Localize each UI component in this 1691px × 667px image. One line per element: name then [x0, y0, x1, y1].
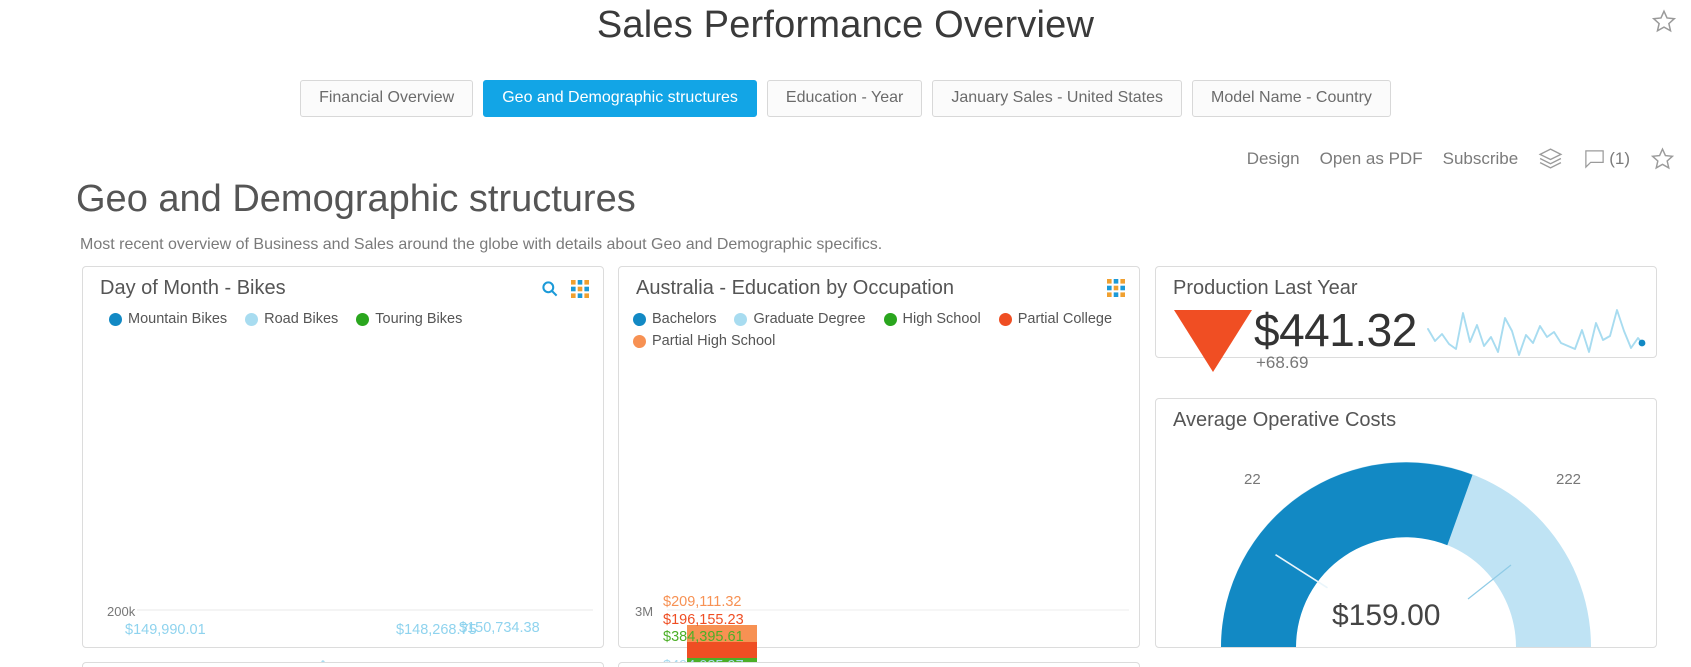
comment-count: (1): [1609, 148, 1630, 168]
gauge-value-label: $159.00: [1332, 599, 1441, 632]
legend-label-graduate-degree: Graduate Degree: [753, 311, 866, 327]
kpi-sparkline: [1427, 309, 1646, 356]
favorite-star-icon-secondary[interactable]: [1650, 146, 1675, 171]
legend-item-mountain-bikes[interactable]: Mountain Bikes: [109, 311, 227, 327]
chart-type-icon[interactable]: [571, 279, 589, 298]
kpi-delta: +68.69: [1256, 353, 1309, 372]
kpi-value: $441.32: [1254, 304, 1417, 356]
card-title-production-last-year: Production Last Year: [1173, 277, 1358, 299]
tab-education-year[interactable]: Education - Year: [766, 80, 923, 117]
card-day-of-month-bikes: Day of Month - Bikes Mountain Bikes Road…: [82, 266, 604, 667]
legend-swatch-touring-bikes: [356, 312, 370, 326]
legend-label-mountain-bikes: Mountain Bikes: [128, 311, 228, 327]
legend-label-partial-college: Partial College: [1017, 311, 1113, 327]
tab-model-name-country[interactable]: Model Name - Country: [1191, 80, 1391, 117]
legend-day-of-month-bikes: Mountain Bikes Road Bikes Touring Bikes: [109, 311, 462, 327]
legend-item-graduate-degree[interactable]: Graduate Degree: [734, 311, 866, 327]
comments-button[interactable]: (1): [1583, 147, 1630, 170]
design-link[interactable]: Design: [1247, 149, 1300, 169]
tab-financial-overview[interactable]: Financial Overview: [300, 80, 474, 117]
label-nsw-partialcollege: $196,155.23: [663, 612, 744, 628]
legend-swatch-partial-college: [998, 312, 1012, 326]
tab-strip: Financial Overview Geo and Demographic s…: [0, 80, 1691, 117]
card-title-day-of-month-bikes: Day of Month - Bikes: [100, 277, 286, 299]
legend-item-partial-college[interactable]: Partial College: [998, 311, 1113, 327]
legend-australia-education: Bachelors Graduate Degree High School Pa…: [633, 311, 1133, 349]
card-tools-day-of-month-bikes: [540, 279, 589, 298]
legend-item-partial-high-school[interactable]: Partial High School: [633, 333, 775, 349]
label-nsw-highschool: $384,395.61: [663, 629, 744, 645]
card-australia-education-by-occupation: Australia - Education by Occupation Bach…: [618, 266, 1140, 667]
legend-swatch-high-school: [883, 312, 897, 326]
favorite-star-icon[interactable]: [1651, 8, 1677, 34]
legend-item-road-bikes[interactable]: Road Bikes: [245, 311, 338, 327]
legend-label-partial-high-school: Partial High School: [652, 333, 776, 349]
legend-label-high-school: High School: [902, 311, 981, 327]
legend-swatch-bachelors: [633, 312, 646, 326]
legend-item-bachelors[interactable]: Bachelors: [633, 311, 716, 327]
value-label-road-3: $150,734.38: [459, 620, 540, 636]
card-next-row-middle: [618, 662, 1140, 667]
comment-icon: [1583, 147, 1606, 170]
search-icon[interactable]: [540, 279, 559, 298]
dashboard-subtitle: Most recent overview of Business and Sal…: [80, 236, 883, 253]
legend-swatch-graduate-degree: [734, 312, 748, 326]
legend-label-touring-bikes: Touring Bikes: [375, 311, 463, 327]
card-average-operative-costs: Average Operative Costs 22 222 $159.00: [1155, 398, 1657, 648]
subscribe-link[interactable]: Subscribe: [1443, 149, 1519, 169]
open-as-pdf-link[interactable]: Open as PDF: [1320, 149, 1423, 169]
dashboard-heading: Geo and Demographic structures: [76, 178, 636, 220]
card-production-last-year: Production Last Year $441.32 +68.69: [1155, 266, 1657, 372]
tab-geo-and-demographic-structures[interactable]: Geo and Demographic structures: [483, 80, 757, 117]
action-bar: Design Open as PDF Subscribe (1): [1247, 146, 1675, 171]
triangle-down-icon: [1174, 310, 1252, 372]
legend-swatch-mountain-bikes: [109, 312, 122, 326]
dashboard-page: Sales Performance Overview Financial Ove…: [0, 0, 1691, 667]
layers-icon[interactable]: [1538, 146, 1563, 171]
legend-swatch-partial-high-school: [633, 334, 646, 348]
label-nsw-partialhighschool: $209,111.32: [663, 594, 742, 610]
chart-type-icon[interactable]: [1107, 279, 1125, 297]
card-title-australia-education: Australia - Education by Occupation: [636, 277, 954, 299]
ytick-3m: 3M: [635, 604, 654, 619]
legend-label-bachelors: Bachelors: [652, 311, 717, 327]
page-title: Sales Performance Overview: [596, 4, 1095, 46]
legend-swatch-road-bikes: [245, 312, 259, 326]
legend-item-touring-bikes[interactable]: Touring Bikes: [356, 311, 462, 327]
legend-label-road-bikes: Road Bikes: [264, 311, 339, 327]
value-label-road-1: $149,990.01: [125, 622, 206, 638]
tab-january-sales-united-states[interactable]: January Sales - United States: [932, 80, 1182, 117]
legend-item-high-school[interactable]: High School: [883, 311, 981, 327]
card-title-average-operative-costs: Average Operative Costs: [1173, 409, 1397, 431]
ytick-200k: 200k: [107, 604, 136, 619]
card-tools-australia-education: [1107, 279, 1125, 297]
card-next-row-left: [82, 662, 604, 667]
